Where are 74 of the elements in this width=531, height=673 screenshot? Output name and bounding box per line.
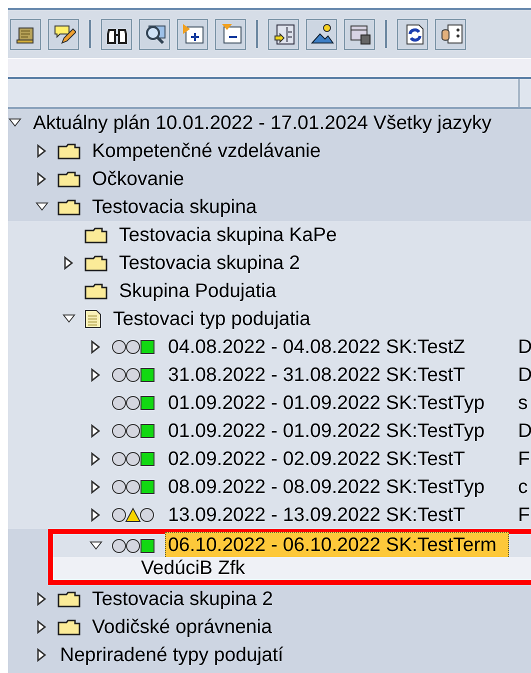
folder-icon: [57, 618, 81, 636]
folder-icon: [84, 282, 108, 300]
folder-icon: [84, 254, 108, 272]
face-card-icon: [438, 22, 462, 46]
node-label[interactable]: Nepriradené typy podujatí: [57, 642, 286, 668]
face-card-button[interactable]: [435, 18, 466, 50]
tree-row[interactable]: 02.09.2022 - 02.09.2022 SK:TestT F: [8, 445, 531, 473]
column-2-text: s: [518, 392, 528, 414]
node-label[interactable]: 02.09.2022 - 02.09.2022 SK:TestT: [165, 446, 468, 472]
node-label[interactable]: Vodičské oprávnenia: [89, 614, 275, 640]
tree-row[interactable]: 06.10.2022 - 06.10.2022 SK:TestTerm: [53, 534, 531, 557]
column-2-text: F: [518, 448, 530, 470]
folder-icon: [57, 590, 81, 608]
node-label[interactable]: Testovacia skupina 2: [89, 586, 276, 612]
landscape-icon: [310, 22, 334, 46]
magnifier-button[interactable]: [139, 18, 170, 50]
document-icon: [84, 309, 102, 329]
right-triangle-icon[interactable]: [89, 452, 103, 466]
tree-row[interactable]: 01.09.2022 - 01.09.2022 SK:TestTyp s: [8, 389, 531, 417]
tree-row[interactable]: 01.09.2022 - 01.09.2022 SK:TestTyp D: [8, 417, 531, 445]
folder-icon: [57, 142, 81, 160]
node-label[interactable]: Testovacia skupina: [89, 194, 260, 220]
column-2-text: c: [518, 476, 528, 498]
expand-icon: [180, 22, 204, 46]
tree-row[interactable]: Testovacia skupina 2: [8, 249, 531, 277]
list-arrow-icon: [272, 22, 296, 46]
node-label[interactable]: Testovacia skupina KaPe: [116, 222, 340, 248]
note-pencil-button[interactable]: [48, 18, 79, 50]
scroll-button[interactable]: [10, 18, 41, 50]
right-triangle-icon[interactable]: [35, 592, 49, 606]
folder-icon: [57, 170, 81, 188]
tree-row[interactable]: 13.09.2022 - 13.09.2022 SK:TestT F: [8, 501, 531, 529]
expand-button[interactable]: [177, 18, 208, 50]
down-triangle-icon[interactable]: [89, 538, 103, 552]
right-triangle-icon[interactable]: [89, 480, 103, 494]
column-2-text: D: [518, 364, 531, 386]
tree-row[interactable]: 08.09.2022 - 08.09.2022 SK:TestTyp c: [8, 473, 531, 501]
tree-row[interactable]: 04.08.2022 - 04.08.2022 SK:TestZ D: [8, 333, 531, 361]
right-triangle-icon[interactable]: [35, 172, 49, 186]
tree-row[interactable]: Skupina Podujatia: [8, 277, 531, 305]
node-label[interactable]: Testovacia skupina 2: [116, 250, 304, 276]
folder-icon: [84, 226, 108, 244]
node-label[interactable]: Skupina Podujatia: [116, 278, 280, 304]
node-label[interactable]: 04.08.2022 - 04.08.2022 SK:TestZ: [165, 334, 468, 360]
node-label[interactable]: 13.09.2022 - 13.09.2022 SK:TestT: [165, 502, 468, 528]
column-2-text: F: [518, 504, 530, 526]
node-label[interactable]: 08.09.2022 - 08.09.2022 SK:TestTyp: [165, 474, 488, 500]
node-label[interactable]: 31.08.2022 - 31.08.2022 SK:TestT: [165, 362, 468, 388]
node-label[interactable]: Kompetenčné vzdelávanie: [89, 138, 324, 164]
tree-row[interactable]: Testovaci typ podujatia: [8, 305, 531, 333]
right-triangle-icon[interactable]: [35, 144, 49, 158]
node-label[interactable]: 01.09.2022 - 01.09.2022 SK:TestTyp: [165, 418, 488, 444]
node-label[interactable]: Očkovanie: [89, 166, 188, 192]
list-arrow-button[interactable]: [268, 18, 299, 50]
refresh-button[interactable]: [397, 18, 428, 50]
tree-row[interactable]: 31.08.2022 - 31.08.2022 SK:TestT D: [8, 361, 531, 389]
tree-row[interactable]: Testovacia skupina KaPe: [8, 221, 531, 249]
folder-icon: [57, 198, 81, 216]
right-triangle-icon[interactable]: [89, 508, 103, 522]
column-2-text: D: [518, 336, 531, 358]
right-triangle-icon[interactable]: [89, 424, 103, 438]
binoculars-button[interactable]: [101, 18, 132, 50]
tree-row[interactable]: VedúciB Zfk: [53, 557, 531, 580]
node-label[interactable]: Testovaci typ podujatia: [110, 306, 314, 332]
right-triangle-icon[interactable]: [89, 340, 103, 354]
right-triangle-icon[interactable]: [89, 368, 103, 382]
right-triangle-icon[interactable]: [35, 648, 49, 662]
node-label[interactable]: 01.09.2022 - 01.09.2022 SK:TestTyp: [165, 390, 488, 416]
right-triangle-icon[interactable]: [35, 620, 49, 634]
column-2-text: D: [518, 420, 531, 442]
right-triangle-icon[interactable]: [62, 256, 76, 270]
landscape-button[interactable]: [306, 18, 337, 50]
collapse-button[interactable]: [215, 18, 246, 50]
node-label[interactable]: 06.10.2022 - 06.10.2022 SK:TestTerm: [165, 532, 509, 559]
